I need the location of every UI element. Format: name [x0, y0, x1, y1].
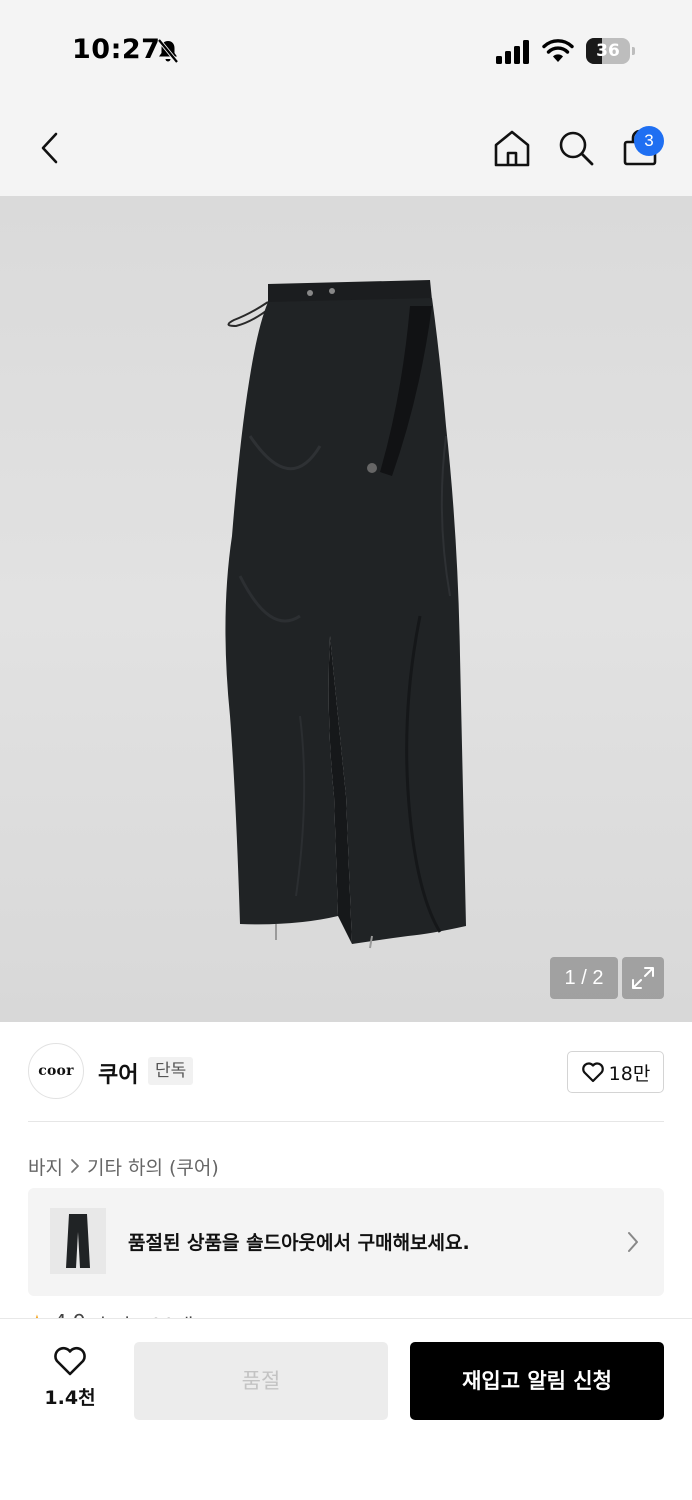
status-bar: 10:27 36 — [0, 0, 692, 100]
brand-row: coor 쿠어 단독 18만 — [0, 1022, 692, 1122]
wishlist-count: 1.4천 — [44, 1387, 96, 1409]
brand-like-button[interactable]: 18만 — [567, 1051, 664, 1093]
back-chevron-icon — [41, 132, 58, 164]
home-button[interactable] — [488, 100, 536, 196]
chevron-right-icon — [628, 1232, 638, 1252]
heart-outline-icon — [54, 1346, 86, 1376]
brand-logo-text: coor — [38, 1063, 74, 1079]
breadcrumb-item-category[interactable]: 바지 — [28, 1153, 63, 1180]
restock-alert-button[interactable]: 재입고 알림 신청 — [410, 1342, 664, 1420]
brand-name[interactable]: 쿠어 — [98, 1057, 138, 1089]
cart-count-badge: 3 — [634, 126, 664, 156]
breadcrumb: 바지 기타 하의 (쿠어) — [28, 1152, 219, 1180]
soldout-banner[interactable]: 품절된 상품을 솔드아웃에서 구매해보세요. — [28, 1188, 664, 1296]
search-icon — [559, 131, 594, 166]
product-photo-pants — [225, 280, 466, 949]
back-button[interactable] — [24, 100, 76, 196]
brand-like-count: 18만 — [608, 1062, 651, 1085]
status-time: 10:27 — [72, 34, 161, 65]
battery-level: 36 — [596, 41, 620, 61]
home-icon — [494, 130, 530, 167]
expand-icon — [632, 967, 654, 989]
banner-text: 품절된 상품을 솔드아웃에서 구매해보세요. — [128, 1232, 470, 1254]
breadcrumb-separator-icon — [69, 1158, 81, 1174]
battery-icon: 36 — [586, 38, 636, 64]
exclusive-tag: 단독 — [148, 1057, 194, 1085]
expand-image-button[interactable] — [622, 957, 664, 999]
top-nav — [0, 100, 692, 196]
wifi-icon — [542, 39, 574, 62]
soldout-button[interactable]: 품절 — [134, 1342, 388, 1420]
product-image[interactable] — [0, 196, 692, 1022]
heart-outline-icon — [581, 1062, 604, 1083]
search-button[interactable] — [552, 100, 600, 196]
breadcrumb-item-subcategory[interactable]: 기타 하의 (쿠어) — [87, 1153, 219, 1180]
wishlist-button[interactable]: 1.4천 — [28, 1345, 112, 1425]
banner-product-thumbnail — [50, 1208, 106, 1274]
divider — [28, 1121, 664, 1122]
cellular-signal-icon — [496, 40, 529, 64]
brand-logo[interactable]: coor — [28, 1043, 84, 1099]
image-counter: 1 / 2 — [550, 957, 618, 999]
bell-muted-icon — [157, 38, 179, 64]
bottom-action-bar: 1.4천 품절 재입고 알림 신청 — [0, 1318, 692, 1500]
